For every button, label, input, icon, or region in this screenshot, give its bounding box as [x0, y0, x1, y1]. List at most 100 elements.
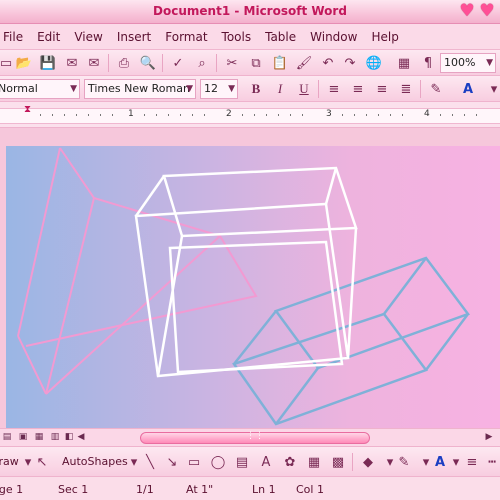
print-layout-icon[interactable]: ▦	[32, 431, 46, 444]
scroll-right-icon[interactable]: ▶	[482, 431, 496, 444]
menu-tools[interactable]: Tools	[215, 30, 259, 44]
menu-file[interactable]: File	[0, 30, 30, 44]
fill-color-icon[interactable]: ◆	[358, 452, 378, 472]
save-icon[interactable]: 💾	[38, 53, 58, 73]
ruler-number: 1	[128, 109, 134, 119]
style-select[interactable]: Normal ▼	[0, 79, 80, 99]
oval-tool-icon[interactable]: ◯	[208, 452, 228, 472]
separator	[108, 54, 109, 72]
status-column: Col 1	[296, 483, 324, 496]
research-icon[interactable]: ⌕	[192, 53, 212, 73]
minimize-heart-icon[interactable]: ♥	[458, 2, 476, 20]
ruler-number: 4	[424, 109, 430, 119]
spelling-icon[interactable]: ✓	[168, 53, 188, 73]
italic-icon[interactable]: I	[270, 79, 290, 99]
separator	[318, 80, 319, 98]
formatting-toolbar: Normal ▼ Times New Roman ▼ 12 ▼ B I U ≡ …	[0, 76, 500, 102]
autoshapes-menu[interactable]: AutoShapes	[62, 455, 128, 468]
wordart-icon[interactable]: A	[256, 452, 276, 472]
status-page: Page 1	[0, 483, 24, 496]
menu-view[interactable]: View	[67, 30, 109, 44]
open-folder-icon[interactable]: 📂	[14, 53, 34, 73]
drawing-toolbar: Draw ▾ ↖ AutoShapes ▾ ╲ ↘ ▭ ◯ ▤ A ✿ ▦ ▩ …	[0, 446, 500, 476]
align-left-icon[interactable]: ≡	[324, 79, 344, 99]
menu-insert[interactable]: Insert	[110, 30, 158, 44]
menu-window[interactable]: Window	[303, 30, 364, 44]
scroll-left-icon[interactable]: ◀	[74, 431, 88, 444]
separator	[420, 80, 421, 98]
arrow-tool-icon[interactable]: ↘	[162, 452, 182, 472]
highlight-icon[interactable]: ✎	[426, 79, 446, 99]
separator	[352, 453, 353, 471]
menu-help[interactable]: Help	[364, 30, 405, 44]
window-title: Document1 - Microsoft Word	[153, 4, 347, 18]
redo-icon[interactable]: ↷	[340, 53, 360, 73]
font-color-icon[interactable]: A	[458, 79, 478, 99]
chevron-down-icon: ▼	[228, 84, 235, 94]
format-painter-icon[interactable]: 🖌	[294, 53, 314, 73]
status-line: Ln 1	[252, 483, 276, 496]
menu-format[interactable]: Format	[158, 30, 214, 44]
status-bar: Page 1 Sec 1 1/1 At 1" Ln 1 Col 1	[0, 476, 500, 500]
picture-icon[interactable]: ▩	[328, 452, 348, 472]
font-size-select[interactable]: 12 ▼	[200, 79, 238, 99]
diagram-icon[interactable]: ✿	[280, 452, 300, 472]
horizontal-scrollbar: ▤ ▣ ▦ ▥ ◧ ◀ ⋮⋮ ▶	[0, 428, 500, 446]
menu-bar: File Edit View Insert Format Tools Table…	[0, 24, 500, 50]
more-options-icon[interactable]: ▾	[484, 79, 500, 99]
document-page[interactable]	[6, 146, 500, 428]
print-preview-icon[interactable]: 🔍	[138, 53, 158, 73]
select-objects-icon[interactable]: ↖	[32, 452, 52, 472]
dash-style-icon[interactable]: ┅	[482, 452, 500, 472]
ruler-number: 2	[226, 109, 232, 119]
text-box-icon[interactable]: ▤	[232, 452, 252, 472]
status-at: At 1"	[186, 483, 214, 496]
menu-table[interactable]: Table	[258, 30, 303, 44]
hyperlink-icon[interactable]: 🌐	[364, 53, 384, 73]
paste-icon[interactable]: 📋	[270, 53, 290, 73]
email-icon[interactable]: ✉	[84, 53, 104, 73]
chevron-down-icon: ▼	[70, 84, 77, 94]
rectangle-tool-icon[interactable]: ▭	[184, 452, 204, 472]
cut-icon[interactable]: ✂	[222, 53, 242, 73]
bold-icon[interactable]: B	[246, 79, 266, 99]
font-select[interactable]: Times New Roman ▼	[84, 79, 196, 99]
clip-art-icon[interactable]: ▦	[304, 452, 324, 472]
separator	[216, 54, 217, 72]
scroll-thumb[interactable]: ⋮⋮	[140, 431, 370, 444]
copy-icon[interactable]: ⧉	[246, 53, 266, 73]
white-wireframe	[134, 166, 358, 378]
permission-icon[interactable]: ✉	[62, 53, 82, 73]
font-value: Times New Roman	[88, 82, 190, 95]
underline-icon[interactable]: U	[294, 79, 314, 99]
blue-wireframe	[232, 256, 471, 426]
zoom-select[interactable]: 100% ▼	[440, 53, 496, 73]
justify-icon[interactable]: ≣	[396, 79, 416, 99]
font-size-value: 12	[204, 82, 218, 95]
align-center-icon[interactable]: ≡	[348, 79, 368, 99]
outline-view-icon[interactable]: ▥	[48, 431, 62, 444]
close-heart-icon[interactable]: ♥	[478, 2, 496, 20]
menu-edit[interactable]: Edit	[30, 30, 67, 44]
pink-wireframe	[17, 147, 258, 395]
title-bar: Document1 - Microsoft Word ♥ ♥	[0, 0, 500, 24]
standard-toolbar: ▭ 📂 💾 ✉ ✉ ⎙ 🔍 ✓ ⌕ ✂ ⧉ 📋 🖌 ↶ ↷ 🌐 ▦ ¶ 100%…	[0, 50, 500, 76]
indent-marker-icon[interactable]: ⧗	[24, 104, 34, 115]
document-area[interactable]	[0, 128, 500, 428]
normal-view-icon[interactable]: ▤	[0, 431, 14, 444]
status-section: Sec 1	[58, 483, 89, 496]
line-style-icon[interactable]: ≡	[462, 452, 482, 472]
ruler: ⧗ 1 2 3 4	[0, 102, 500, 128]
undo-icon[interactable]: ↶	[318, 53, 338, 73]
ruler-number: 3	[326, 109, 332, 119]
web-layout-icon[interactable]: ▣	[16, 431, 30, 444]
tables-icon[interactable]: ▦	[394, 53, 414, 73]
align-right-icon[interactable]: ≡	[372, 79, 392, 99]
separator	[162, 54, 163, 72]
window-controls: ♥ ♥	[458, 2, 496, 20]
print-icon[interactable]: ⎙	[114, 53, 134, 73]
draw-menu[interactable]: Draw	[0, 455, 19, 468]
show-hide-icon[interactable]: ¶	[418, 53, 438, 73]
line-tool-icon[interactable]: ╲	[140, 452, 160, 472]
line-color-icon[interactable]: ✎	[394, 452, 414, 472]
